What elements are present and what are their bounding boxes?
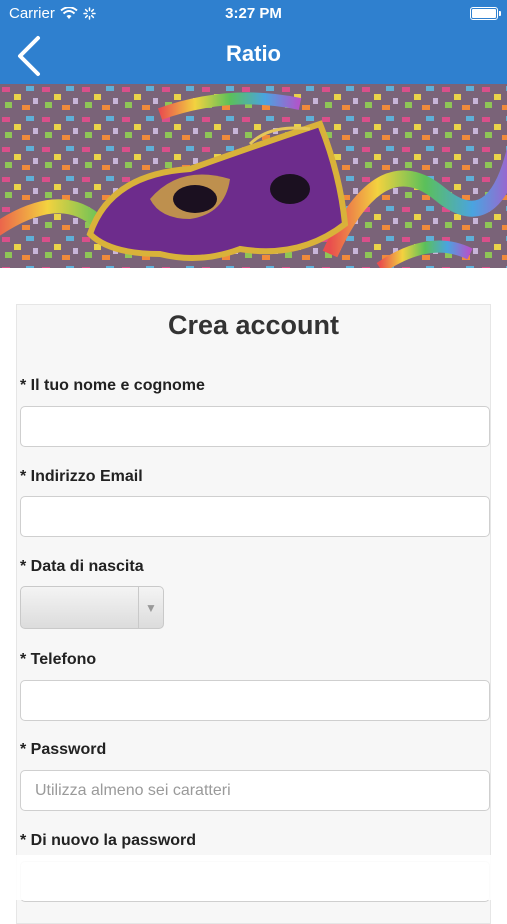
phone-label: * Telefono	[20, 651, 97, 668]
birth-date-label: * Data di nascita	[20, 558, 144, 575]
phone-input[interactable]	[20, 680, 490, 721]
full-name-label: * Il tuo nome e cognome	[20, 377, 205, 394]
password-label: * Password	[20, 741, 107, 758]
form-area: Crea account * Il tuo nome e cognome * I…	[0, 268, 507, 924]
chevron-down-icon: ▼	[138, 587, 163, 628]
confirm-password-label: * Di nuovo la password	[20, 832, 197, 849]
page-title: Ratio	[226, 41, 281, 66]
email-input[interactable]	[20, 496, 490, 537]
bottom-overlay	[0, 855, 507, 900]
battery-icon	[470, 7, 501, 20]
form-title: Crea account	[167, 310, 340, 340]
birth-date-select[interactable]: ▼	[20, 586, 164, 629]
password-input[interactable]	[20, 770, 490, 811]
carnival-mask-banner-image	[0, 84, 507, 268]
status-bar: Carrier 3:27 PM	[0, 0, 507, 28]
full-name-input[interactable]	[20, 406, 490, 447]
email-label: * Indirizzo Email	[20, 468, 143, 485]
status-time: 3:27 PM	[225, 5, 282, 22]
create-account-card: Crea account * Il tuo nome e cognome * I…	[16, 304, 491, 924]
navigation-bar: Ratio	[0, 28, 507, 84]
